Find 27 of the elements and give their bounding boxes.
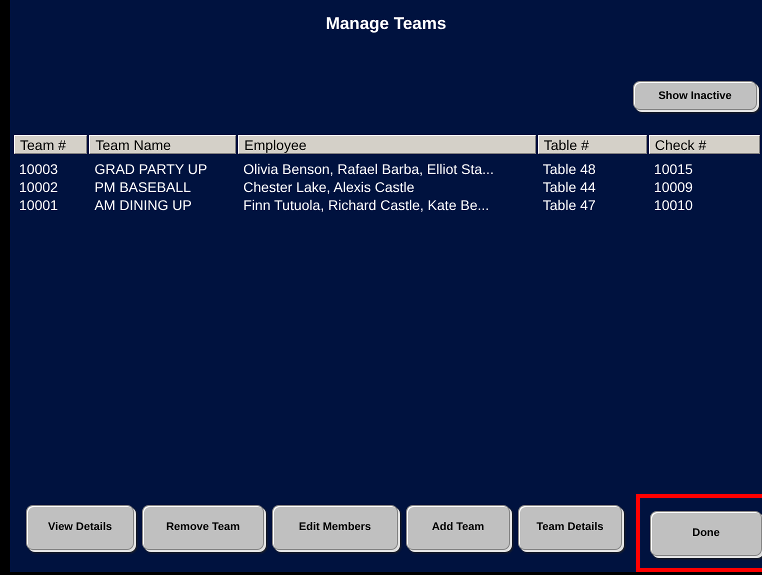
table-cell-text: Finn Tutuola, Richard Castle, Kate Be... [242,196,490,214]
action-button[interactable]: Done [650,510,762,556]
action-button[interactable]: Remove Team [142,504,264,550]
table-cell-text: 10001 [18,196,59,214]
table-cell-text: 10010 [652,196,694,214]
action-button[interactable]: Add Team [406,504,510,550]
table-cell-text: Olivia Benson, Rafael Barba, Elliot Sta... [242,160,495,178]
table-cell-text: Chester Lake, Alexis Castle [242,178,416,196]
column-header[interactable]: Employee [238,135,536,154]
table-cell-text: Table 44 [542,178,597,196]
window-title: Manage Teams [324,13,448,35]
table-cell-text: 10002 [18,178,59,196]
table-cell-text: PM BASEBALL [93,178,192,196]
column-header[interactable]: Table # [538,135,647,154]
action-button[interactable]: Edit Members [272,504,398,550]
table-cell-text: Table 47 [542,196,597,214]
column-header[interactable]: Check # [648,135,760,154]
action-button[interactable]: View Details [26,504,134,550]
table-cell-text: 10009 [652,178,694,196]
action-button[interactable]: Team Details [518,504,622,550]
table-cell-text: AM DINING UP [93,196,193,214]
table-cell-text: 10003 [18,160,59,178]
table-cell-text: GRAD PARTY UP [93,160,208,178]
table-cell-text: Table 48 [542,160,597,178]
table-cell-text: 10015 [652,160,694,178]
column-header[interactable]: Team Name [89,135,236,154]
column-header[interactable]: Team # [14,135,88,154]
